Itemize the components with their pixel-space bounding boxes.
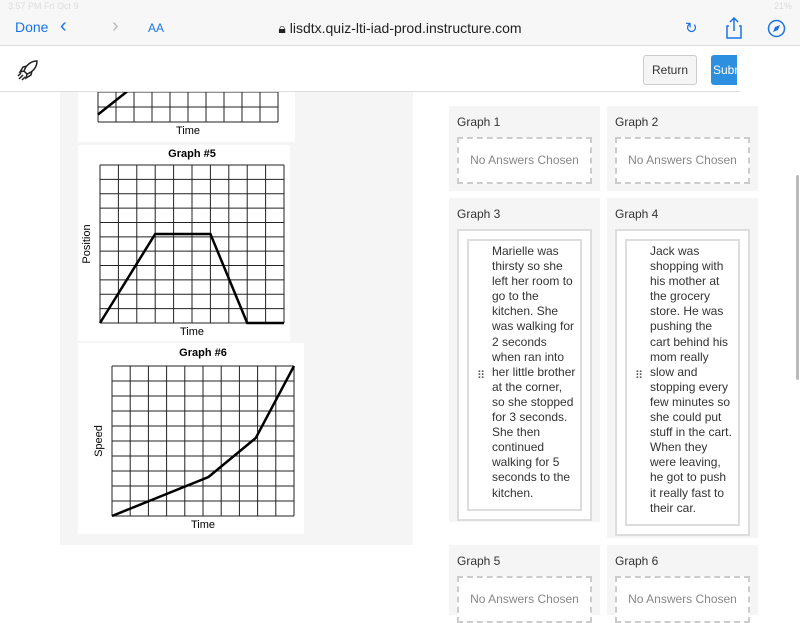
scrollbar[interactable] [796, 175, 799, 380]
slot-label: Graph 6 [615, 554, 659, 568]
drag-handle-icon[interactable]: ⠿ [635, 369, 643, 384]
reload-icon[interactable]: ↻ [685, 19, 698, 37]
app-header [0, 46, 740, 92]
status-bar: 3:57 PM Fri Oct 9 21% [0, 0, 800, 12]
y-axis-label: Speed [93, 425, 105, 457]
answer-slot-graph-1: Graph 1 No Answers Chosen [449, 106, 600, 191]
answer-slot-graph-4: Graph 4 ⠿ Jack was shopping with his mot… [607, 198, 758, 538]
return-button[interactable]: Return [643, 55, 697, 85]
graph-4-image: Time [78, 92, 295, 142]
slot-label: Graph 2 [615, 115, 659, 129]
drop-zone[interactable]: ⠿ Marielle was thirsty so she left her r… [457, 229, 592, 521]
drop-zone[interactable]: No Answers Chosen [457, 137, 592, 184]
address-bar[interactable]: 🔒︎ lisdtx.quiz-lti-iad-prod.instructure.… [0, 20, 800, 37]
battery-level: 21% [773, 1, 792, 11]
answer-slot-graph-6: Graph 6 No Answers Chosen [607, 545, 758, 623]
submit-button[interactable]: Submit [711, 55, 737, 85]
status-time: 3:57 PM Fri Oct 9 [8, 1, 79, 11]
drop-zone[interactable]: ⠿ Jack was shopping with his mother at t… [615, 229, 750, 536]
slot-label: Graph 3 [457, 207, 501, 221]
rocket-icon[interactable] [17, 59, 39, 81]
x-axis-label: Time [176, 125, 200, 137]
series-line [97, 92, 129, 116]
share-icon[interactable] [726, 17, 742, 39]
compass-icon[interactable] [767, 19, 786, 38]
browser-toolbar: Done ‹ › AA 🔒︎ lisdtx.quiz-lti-iad-prod.… [0, 12, 800, 46]
draggable-answer[interactable]: ⠿ Marielle was thirsty so she left her r… [467, 239, 582, 511]
answer-text: Marielle was thirsty so she left her roo… [492, 244, 576, 500]
answer-slot-graph-2: Graph 2 No Answers Chosen [607, 106, 758, 191]
x-axis-label: Time [191, 519, 215, 531]
graph-6-image: Graph #6 Time Speed [78, 343, 304, 534]
drop-zone[interactable]: No Answers Chosen [615, 137, 750, 184]
drag-handle-icon[interactable]: ⠿ [477, 369, 485, 384]
slot-label: Graph 5 [457, 554, 501, 568]
chart-title: Graph #6 [179, 347, 227, 359]
slot-label: Graph 1 [457, 115, 501, 129]
y-axis-label: Position [81, 224, 93, 263]
answer-text: Jack was shopping with his mother at the… [650, 244, 732, 515]
chart-title: Graph #5 [168, 148, 216, 160]
x-axis-label: Time [180, 326, 204, 338]
draggable-answer[interactable]: ⠿ Jack was shopping with his mother at t… [625, 239, 740, 526]
graph-5-image: Graph #5 Time Position [78, 145, 290, 341]
url-text: lisdtx.quiz-lti-iad-prod.instructure.com [289, 20, 522, 36]
lock-icon: 🔒︎ [278, 20, 286, 36]
answer-slot-graph-5: Graph 5 No Answers Chosen [449, 545, 600, 623]
answer-slot-graph-3: Graph 3 ⠿ Marielle was thirsty so she le… [449, 198, 600, 522]
slot-label: Graph 4 [615, 207, 659, 221]
